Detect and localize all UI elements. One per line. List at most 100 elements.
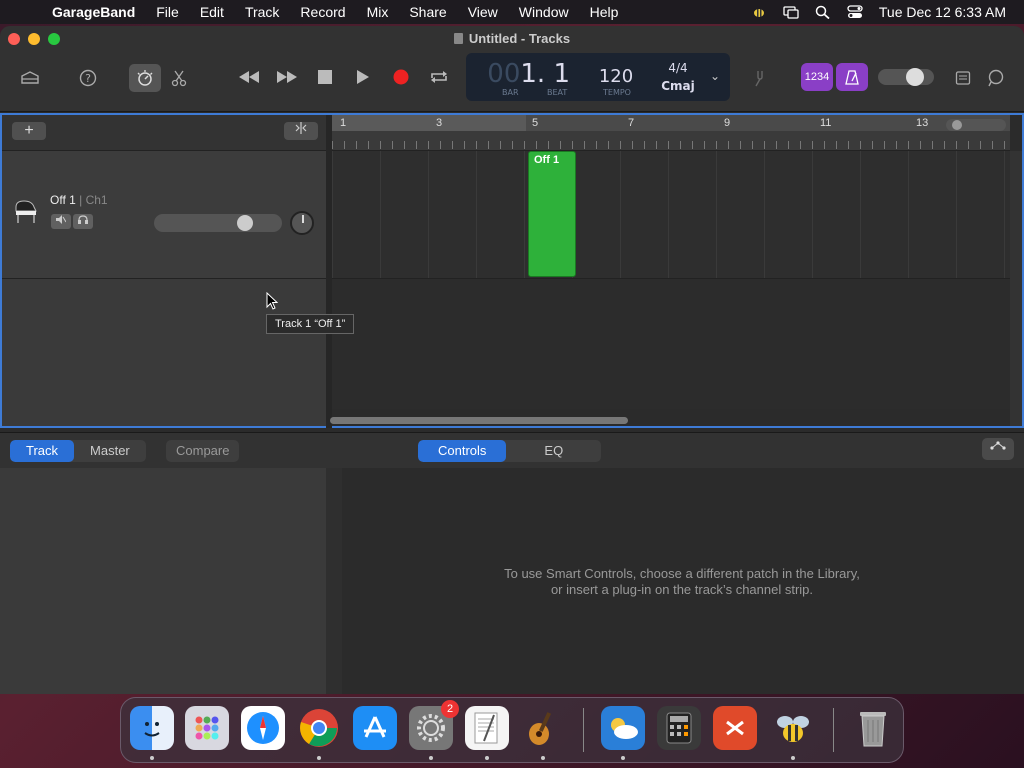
rewind-button[interactable] [238, 66, 260, 88]
spotlight-search-icon[interactable] [815, 5, 831, 19]
dock-bee-app[interactable] [771, 706, 815, 750]
dock-weather[interactable] [601, 706, 645, 750]
zoom-slider[interactable] [946, 119, 1006, 131]
smart-controls-message-line1: To use Smart Controls, choose a differen… [504, 566, 860, 581]
control-center-icon[interactable] [847, 5, 863, 19]
dock-chrome[interactable] [297, 706, 341, 750]
notepad-button[interactable] [949, 66, 977, 90]
safari-compass-icon [247, 712, 279, 744]
dock-finder[interactable] [130, 706, 174, 750]
empty-tracks-area[interactable] [332, 279, 1010, 409]
launchpad-grid-icon [195, 716, 219, 740]
tab-master[interactable]: Master [74, 440, 146, 462]
menu-clock[interactable]: Tue Dec 12 6:33 AM [879, 4, 1006, 20]
master-volume-slider[interactable] [878, 68, 934, 86]
dock-app-store[interactable] [353, 706, 397, 750]
lcd-position: 001. 1 BAR BEAT [466, 53, 586, 101]
dock-textedit[interactable] [465, 706, 509, 750]
menu-mix[interactable]: Mix [367, 4, 389, 20]
smart-controls-inspector-button[interactable] [982, 438, 1014, 460]
count-in-button[interactable]: 1234 [801, 63, 833, 91]
chrome-running-dot [317, 756, 321, 760]
metronome-icon [845, 70, 859, 85]
zoom-knob[interactable] [952, 120, 962, 130]
editors-button[interactable] [165, 66, 193, 90]
catch-playhead-button[interactable] [284, 122, 318, 140]
compare-button[interactable]: Compare [166, 440, 240, 462]
notepad-icon [955, 71, 971, 85]
add-track-button[interactable]: + [12, 122, 46, 140]
guitar-icon [529, 712, 552, 745]
cycle-button[interactable] [428, 66, 450, 88]
menu-window[interactable]: Window [519, 4, 569, 20]
garageband-running-dot [541, 756, 545, 760]
midi-region[interactable]: Off 1 [528, 151, 576, 277]
tab-controls[interactable]: Controls [418, 440, 507, 462]
help-icon: ? [79, 69, 97, 87]
mute-button[interactable] [51, 214, 71, 229]
menu-bar: GarageBand File Edit Track Record Mix Sh… [0, 0, 1024, 24]
screen-mirroring-icon[interactable] [783, 5, 799, 19]
track-lane-1[interactable] [332, 151, 1010, 279]
menu-app[interactable]: GarageBand [52, 4, 135, 20]
dock-remote-desktop[interactable] [713, 706, 757, 750]
tuner-button[interactable] [746, 66, 774, 90]
lcd-bar-label: BAR [502, 88, 519, 97]
smart-controls-button[interactable] [129, 64, 161, 92]
track-name[interactable]: Off 1 | Ch1 [50, 193, 108, 207]
system-preferences-running-dot [429, 756, 433, 760]
lcd-signature: 4/4 Cmaj [646, 53, 710, 101]
track-pan-knob[interactable] [290, 211, 314, 235]
dock-system-preferences[interactable]: 2 [409, 700, 459, 750]
forward-button[interactable] [276, 66, 298, 88]
lcd-display[interactable]: 001. 1 BAR BEAT 120 TEMPO 4/4 Cmaj ⌄ [466, 53, 730, 101]
quick-help-button[interactable]: ? [74, 66, 102, 90]
track-channel: | Ch1 [79, 193, 108, 207]
ruler-ticks [332, 141, 1010, 149]
document-icon [453, 33, 463, 44]
master-volume-knob[interactable] [906, 68, 924, 86]
finder-running-dot [150, 756, 154, 760]
loop-browser-icon [988, 69, 1004, 87]
dock-trash[interactable] [851, 706, 895, 750]
dock-garageband[interactable] [521, 706, 565, 750]
track-volume-knob[interactable] [237, 215, 253, 231]
tracks-area: + Off 1 | Ch1 1 3 5 7 9 11 13 Off 1 Trac… [0, 113, 1024, 428]
menu-file[interactable]: File [156, 4, 179, 20]
menu-view[interactable]: View [468, 4, 498, 20]
solo-button[interactable] [73, 214, 93, 229]
dock-launchpad[interactable] [185, 706, 229, 750]
timeline-ruler[interactable]: 1 3 5 7 9 11 13 [332, 115, 1010, 151]
lcd-chevron-down-icon[interactable]: ⌄ [710, 53, 730, 101]
library-button[interactable] [16, 66, 44, 90]
ruler-bar-3: 3 [436, 117, 443, 129]
menu-record[interactable]: Record [300, 4, 345, 20]
count-in-label: 1234 [804, 71, 830, 83]
loop-browser-button[interactable] [982, 66, 1010, 90]
tab-eq[interactable]: EQ [506, 440, 601, 462]
dock-calculator[interactable] [657, 706, 701, 750]
tab-track[interactable]: Track [10, 440, 75, 462]
track-volume-slider[interactable] [154, 214, 282, 232]
cycle-region[interactable] [332, 115, 526, 131]
ruler-bar-7: 7 [628, 117, 635, 129]
horizontal-scrollbar[interactable] [330, 417, 628, 424]
dock-safari[interactable] [241, 706, 285, 750]
ruler-bar-13: 13 [916, 117, 929, 129]
play-button[interactable] [352, 66, 374, 88]
record-button[interactable] [390, 66, 412, 88]
metronome-button[interactable] [836, 63, 868, 91]
menu-help[interactable]: Help [590, 4, 619, 20]
transport-controls [238, 66, 450, 88]
stop-button[interactable] [314, 66, 336, 88]
track-tooltip: Track 1 “Off 1” [266, 314, 355, 334]
menu-track[interactable]: Track [245, 4, 279, 20]
dock-separator [583, 708, 584, 752]
vertical-scroll-area[interactable] [1010, 151, 1022, 426]
bee-menu-icon[interactable] [751, 5, 767, 19]
menu-edit[interactable]: Edit [200, 4, 224, 20]
menu-share[interactable]: Share [409, 4, 446, 20]
bee-icon [777, 716, 809, 742]
track-header-1[interactable]: Off 1 | Ch1 [2, 151, 326, 279]
smart-controls-message-line2: or insert a plug-in on the track’s chann… [550, 582, 814, 597]
